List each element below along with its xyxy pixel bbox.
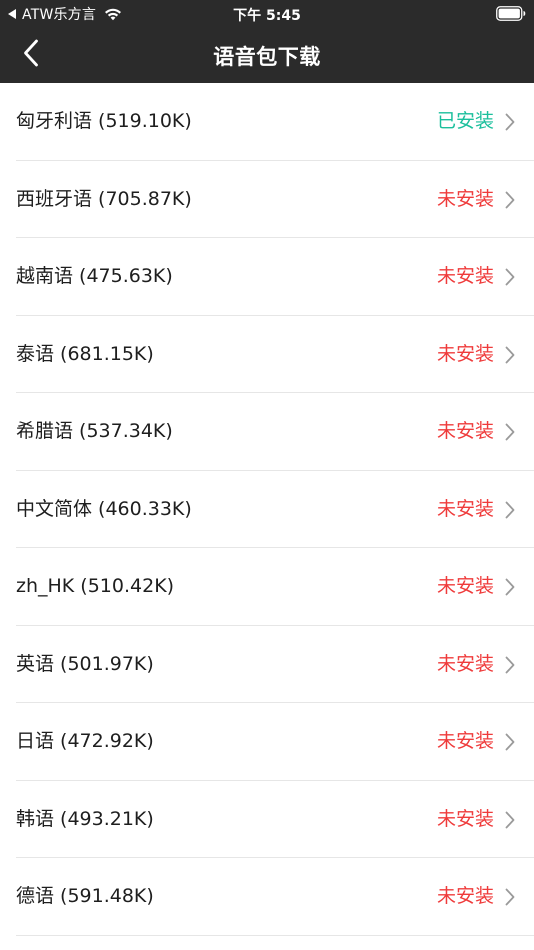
install-status: 未安装 bbox=[436, 730, 494, 752]
voice-pack-label: 韩语 (493.21K) bbox=[16, 807, 154, 830]
voice-pack-label: zh_HK (510.42K) bbox=[16, 575, 175, 597]
install-status: 未安装 bbox=[436, 265, 494, 287]
list-item[interactable]: zh_HK (510.42K) 未安装 bbox=[0, 548, 534, 626]
voice-pack-label: 匈牙利语 (519.10K) bbox=[16, 110, 192, 132]
voice-pack-list: 匈牙利语 (519.10K) 已安装 西班牙语 (705.87K) 未安装 越南语 (4… bbox=[0, 83, 534, 936]
chevron-right-icon bbox=[504, 112, 516, 132]
chevron-right-icon bbox=[504, 422, 516, 442]
chevron-right-icon bbox=[504, 732, 516, 752]
list-item[interactable]: 中文简体 (460.33K) 未安装 bbox=[0, 471, 534, 549]
top-bar: ATW乐方言 下午 5:45 语音包下载 bbox=[0, 0, 534, 83]
list-item[interactable]: 西班牙语 (705.87K) 未安装 bbox=[0, 161, 534, 239]
chevron-right-icon bbox=[504, 500, 516, 520]
install-status: 未安装 bbox=[436, 575, 494, 597]
list-item[interactable]: 泰语 (681.15K) 未安装 bbox=[0, 316, 534, 394]
voice-pack-label: 德语 (591.48K) bbox=[16, 885, 154, 907]
chevron-right-icon bbox=[504, 810, 516, 830]
status-time: 下午 5:45 bbox=[233, 8, 301, 24]
install-status: 未安装 bbox=[436, 342, 494, 365]
list-item[interactable]: 韩语 (493.21K) 未安装 bbox=[0, 781, 534, 859]
install-status: 未安装 bbox=[436, 807, 494, 830]
voice-pack-label: 希腊语 (537.34K) bbox=[16, 420, 173, 442]
install-status: 未安装 bbox=[436, 885, 494, 907]
install-status: 未安装 bbox=[436, 497, 494, 520]
list-item[interactable]: 希腊语 (537.34K) 未安装 bbox=[0, 393, 534, 471]
voice-pack-label: 越南语 (475.63K) bbox=[16, 265, 173, 287]
chevron-right-icon bbox=[504, 345, 516, 365]
install-status: 已安装 bbox=[436, 110, 494, 132]
chevron-right-icon bbox=[504, 267, 516, 287]
battery-icon bbox=[496, 6, 526, 21]
chevron-right-icon bbox=[504, 577, 516, 597]
voice-pack-label: 英语 (501.97K) bbox=[16, 652, 154, 675]
list-item[interactable]: 匈牙利语 (519.10K) 已安装 bbox=[0, 83, 534, 161]
voice-pack-label: 中文简体 (460.33K) bbox=[16, 497, 192, 520]
install-status: 未安装 bbox=[436, 420, 494, 442]
chevron-right-icon bbox=[504, 887, 516, 907]
list-item[interactable]: 英语 (501.97K) 未安装 bbox=[0, 626, 534, 704]
chevron-right-icon bbox=[504, 190, 516, 210]
list-item[interactable]: 日语 (472.92K) 未安装 bbox=[0, 703, 534, 781]
voice-pack-label: 泰语 (681.15K) bbox=[16, 342, 154, 365]
voice-pack-label: 西班牙语 (705.87K) bbox=[16, 187, 192, 210]
navigation-bar: 语音包下载 bbox=[0, 28, 534, 83]
status-bar: ATW乐方言 下午 5:45 bbox=[0, 0, 534, 28]
install-status: 未安装 bbox=[436, 187, 494, 210]
list-item[interactable]: 德语 (591.48K) 未安装 bbox=[0, 858, 534, 936]
list-item[interactable]: 越南语 (475.63K) 未安装 bbox=[0, 238, 534, 316]
page-title: 语音包下载 bbox=[213, 45, 321, 69]
voice-pack-label: 日语 (472.92K) bbox=[16, 730, 154, 752]
chevron-right-icon bbox=[504, 655, 516, 675]
install-status: 未安装 bbox=[436, 652, 494, 675]
